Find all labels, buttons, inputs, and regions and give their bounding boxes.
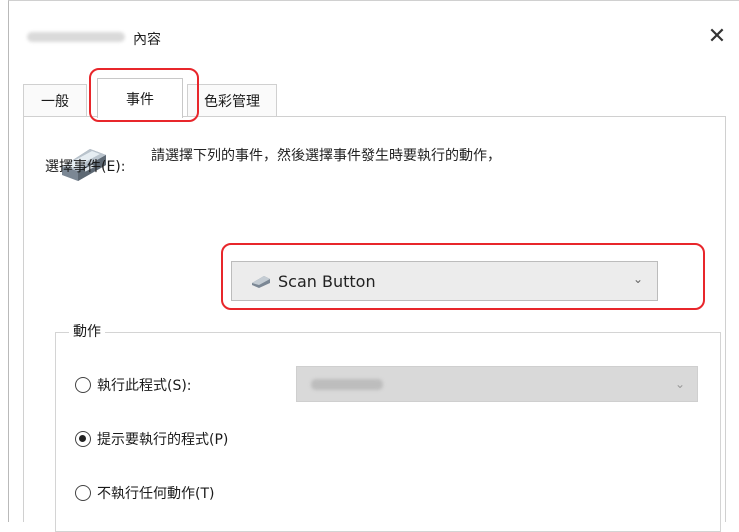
radio-no-action-label: 不執行任何動作(T) (97, 486, 215, 502)
scanner-small-icon (252, 276, 270, 288)
selected-event-value: Scan Button (278, 271, 376, 291)
select-event-label: 選擇事件(E): (45, 159, 126, 175)
tab-events[interactable]: 事件 (97, 78, 183, 118)
radio-run-program-indicator (75, 377, 91, 393)
radio-prompt-program[interactable]: 提示要執行的程式(P) (75, 429, 228, 449)
redacted-program-name (311, 379, 383, 390)
radio-run-program[interactable]: 執行此程式(S): (75, 375, 192, 395)
tab-color-management-label: 色彩管理 (204, 93, 260, 110)
radio-no-action[interactable]: 不執行任何動作(T) (75, 483, 214, 503)
instruction-text: 請選擇下列的事件，然後選擇事件發生時要執行的動作， (151, 148, 501, 164)
actions-legend: 動作 (69, 321, 105, 341)
tab-color-management[interactable]: 色彩管理 (187, 84, 277, 116)
tab-general[interactable]: 一般 (23, 84, 87, 116)
radio-prompt-program-indicator (75, 431, 91, 447)
chevron-down-icon: ⌄ (632, 272, 643, 286)
program-select[interactable]: ⌄ (296, 366, 698, 402)
event-select[interactable]: Scan Button ⌄ (231, 261, 658, 301)
tab-general-label: 一般 (41, 93, 69, 110)
close-button[interactable]: ✕ (702, 21, 732, 51)
close-icon: ✕ (707, 23, 727, 49)
tab-events-label: 事件 (126, 91, 154, 108)
radio-run-program-label: 執行此程式(S): (97, 378, 192, 394)
radio-prompt-program-label: 提示要執行的程式(P) (97, 432, 229, 448)
properties-window: 內容 ✕ 一般 事件 色彩管理 請選擇下列的事件，然後選擇事件發生時要執行的動作… (8, 0, 739, 532)
title-bar: 內容 ✕ (9, 1, 739, 73)
radio-no-action-indicator (75, 485, 91, 501)
tab-strip: 一般 事件 色彩管理 (15, 78, 735, 118)
redacted-device-name (27, 32, 125, 42)
window-title: 內容 (133, 32, 161, 48)
chevron-down-icon: ⌄ (674, 377, 685, 391)
